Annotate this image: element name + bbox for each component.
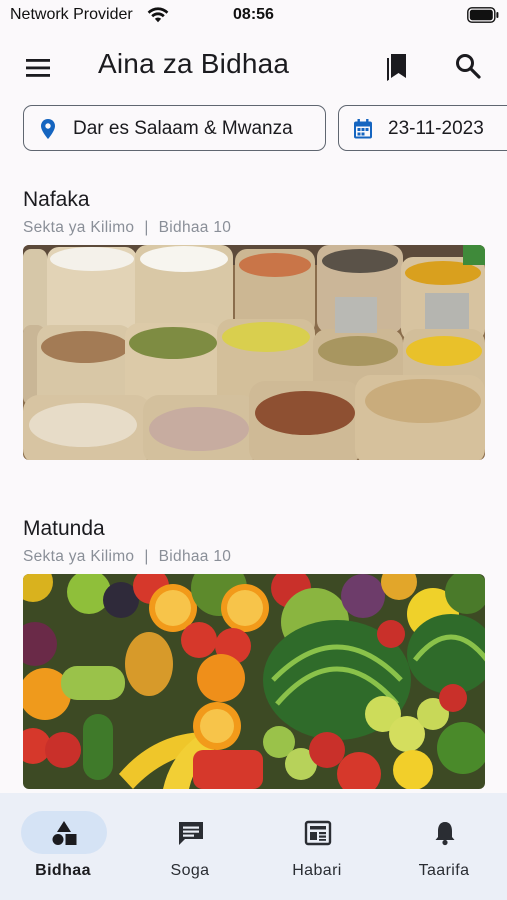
category-meta: Sekta ya Kilimo | Bidhaa 10 [23,219,231,237]
nav-label: Bidhaa [35,862,91,879]
nav-item-soga[interactable]: Soga [127,793,253,900]
location-pin-icon [41,119,55,139]
battery-icon [467,7,499,23]
chat-icon [179,822,203,845]
nav-label: Taarifa [418,862,470,879]
grain-sacks-image[interactable] [23,245,485,460]
bottom-navigation: Bidhaa Soga Habari Taarifa [0,793,507,900]
category-count: Bidhaa 10 [158,548,232,565]
nav-label: Habari [292,862,342,879]
shapes-icon [52,821,77,845]
calendar-icon [354,119,372,139]
nav-label: Soga [170,862,210,879]
nav-item-bidhaa[interactable]: Bidhaa [0,793,126,900]
page-title: Aina za Bidhaa [98,48,290,79]
app-bar: Aina za Bidhaa [0,36,507,100]
search-icon[interactable] [454,52,482,80]
location-filter-chip[interactable]: Dar es Salaam & Mwanza [23,105,326,151]
nav-item-habari[interactable]: Habari [254,793,380,900]
fruits-vegetables-image[interactable] [23,574,485,789]
category-sector: Sekta ya Kilimo [23,548,135,565]
status-bar: Network Provider 08:56 [0,0,507,30]
bell-icon [435,822,455,846]
meta-separator: | [144,548,149,565]
category-count: Bidhaa 10 [158,219,232,236]
clock: 08:56 [233,6,274,23]
date-filter-label: 23-11-2023 [388,118,484,139]
category-title: Nafaka [23,188,90,211]
meta-separator: | [144,219,149,236]
menu-icon[interactable] [22,54,54,82]
date-filter-chip[interactable]: 23-11-2023 [338,105,507,151]
bookmark-icon[interactable] [385,52,413,82]
location-filter-label: Dar es Salaam & Mwanza [73,118,293,139]
category-title: Matunda [23,517,105,540]
category-meta: Sekta ya Kilimo | Bidhaa 10 [23,548,231,566]
nav-item-taarifa[interactable]: Taarifa [381,793,507,900]
news-icon [304,820,332,846]
category-sector: Sekta ya Kilimo [23,219,135,236]
